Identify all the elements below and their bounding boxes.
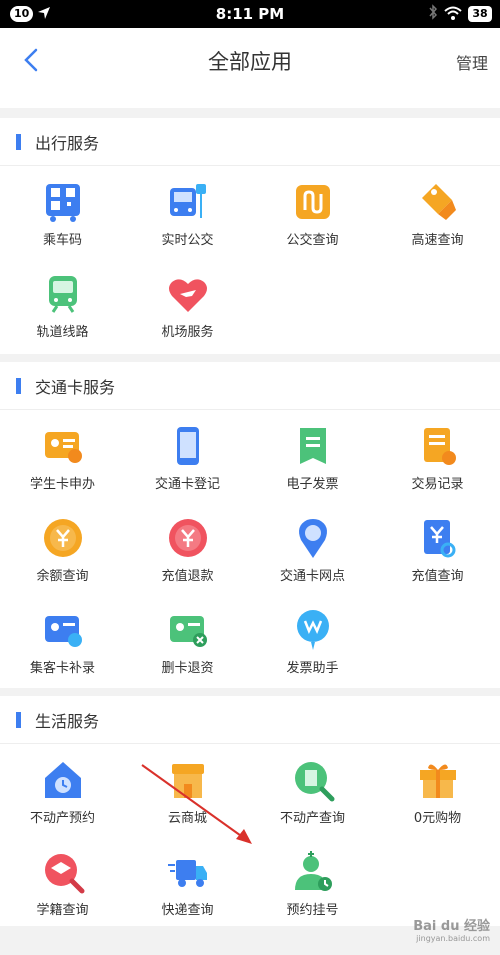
app-label: 交通卡网点 [279, 569, 345, 584]
app-label: 电子发票 [286, 477, 339, 492]
app-transaction-records[interactable]: 交易记录 [375, 410, 500, 502]
app-label: 高速查询 [411, 233, 464, 248]
app-label: 交通卡登记 [154, 477, 220, 492]
app-label: 快递查询 [161, 903, 214, 918]
app-label: 余额查询 [36, 569, 89, 584]
section-title: 出行服务 [35, 133, 100, 153]
app-label: 云商城 [167, 811, 207, 826]
watermark-brand: Bai du 经验 [413, 919, 490, 934]
section-travel-services: 出行服务 乘车码 实时公交 公交查询 高速查询 轨道线路 机场服务 [0, 118, 500, 354]
app-label: 实时公交 [161, 233, 214, 248]
house-clock-icon [41, 758, 85, 802]
app-label: 预约挂号 [286, 903, 339, 918]
app-label: 充值查询 [411, 569, 464, 584]
doctor-appointment-icon [291, 850, 335, 894]
app-express-query[interactable]: 快递查询 [125, 836, 250, 928]
invoice-assistant-icon [291, 608, 335, 652]
manage-button[interactable]: 管理 [456, 50, 488, 74]
section-transit-card-services: 交通卡服务 学生卡申办 交通卡登记 电子发票 交易记录 余额查询 充值退款 交通… [0, 362, 500, 688]
app-label: 公交查询 [286, 233, 339, 248]
app-airport-service[interactable]: 机场服务 [125, 258, 250, 350]
card-supplement-icon [41, 608, 85, 652]
section-title: 交通卡服务 [35, 377, 116, 397]
route-icon [291, 180, 335, 224]
battery-indicator: 38 [468, 6, 492, 22]
watermark-logo: Bai du 经验 jingyan.baidu.com [413, 915, 490, 943]
watermark-url: jingyan.baidu.com [416, 934, 490, 943]
recharge-search-icon [416, 516, 460, 560]
app-label: 集客卡补录 [29, 661, 95, 676]
app-label: 0元购物 [413, 811, 462, 826]
wifi-icon [444, 5, 462, 24]
app-ride-code[interactable]: 乘车码 [0, 166, 125, 258]
section-marker [16, 377, 21, 394]
app-label: 轨道线路 [36, 325, 89, 340]
airplane-heart-icon [166, 272, 210, 316]
app-label: 发票助手 [286, 661, 339, 676]
highway-tag-icon [416, 180, 460, 224]
shop-icon [166, 758, 210, 802]
app-invoice-assistant[interactable]: 发票助手 [250, 594, 375, 686]
app-cloud-mall[interactable]: 云商城 [125, 744, 250, 836]
delivery-truck-icon [166, 850, 210, 894]
nav-bar: 全部应用 管理 [0, 28, 500, 92]
graduation-cap-icon [41, 850, 85, 894]
app-label: 不动产预约 [29, 811, 95, 826]
app-label: 删卡退资 [161, 661, 214, 676]
app-e-invoice[interactable]: 电子发票 [250, 410, 375, 502]
bluetooth-icon [428, 4, 438, 24]
app-label: 学生卡申办 [29, 477, 95, 492]
app-group-card-supplement[interactable]: 集客卡补录 [0, 594, 125, 686]
delete-card-icon [166, 608, 210, 652]
app-realtime-bus[interactable]: 实时公交 [125, 166, 250, 258]
app-recharge-refund[interactable]: 充值退款 [125, 502, 250, 594]
status-bar: 10 8:11 PM 38 [0, 0, 500, 28]
app-delete-card-refund[interactable]: 删卡退资 [125, 594, 250, 686]
building-search-icon [291, 758, 335, 802]
app-student-card-apply[interactable]: 学生卡申办 [0, 410, 125, 502]
app-highway-query[interactable]: 高速查询 [375, 166, 500, 258]
app-rail-lines[interactable]: 轨道线路 [0, 258, 125, 350]
location-pin-icon [291, 516, 335, 560]
section-life-services: 生活服务 不动产预约 云商城 不动产查询 0元购物 学籍查询 快递查询 预约挂号 [0, 696, 500, 926]
app-real-estate-booking[interactable]: 不动产预约 [0, 744, 125, 836]
app-card-outlets[interactable]: 交通卡网点 [250, 502, 375, 594]
app-real-estate-query[interactable]: 不动产查询 [250, 744, 375, 836]
status-time: 8:11 PM [215, 5, 285, 23]
app-recharge-query[interactable]: 充值查询 [375, 502, 500, 594]
section-marker [16, 133, 21, 150]
app-bus-query[interactable]: 公交查询 [250, 166, 375, 258]
refund-icon [166, 516, 210, 560]
app-balance-query[interactable]: 余额查询 [0, 502, 125, 594]
metro-train-icon [41, 272, 85, 316]
app-label: 学籍查询 [36, 903, 89, 918]
app-card-registration[interactable]: 交通卡登记 [125, 410, 250, 502]
app-doctor-appointment[interactable]: 预约挂号 [250, 836, 375, 928]
bus-icon [166, 180, 210, 224]
app-school-record-query[interactable]: 学籍查询 [0, 836, 125, 928]
app-label: 充值退款 [161, 569, 214, 584]
balance-coin-icon [41, 516, 85, 560]
e-invoice-icon [291, 424, 335, 468]
app-label: 机场服务 [161, 325, 214, 340]
app-label: 不动产查询 [279, 811, 345, 826]
gift-icon [416, 758, 460, 802]
scrolled-content-peek: · · · · · · · · [0, 92, 500, 108]
transaction-record-icon [416, 424, 460, 468]
qr-code-icon [41, 180, 85, 224]
app-free-shopping[interactable]: 0元购物 [375, 744, 500, 836]
section-title: 生活服务 [35, 711, 100, 731]
phone-card-icon [166, 424, 210, 468]
student-card-icon [41, 424, 85, 468]
app-label: 交易记录 [411, 477, 464, 492]
section-marker [16, 711, 21, 728]
app-label: 乘车码 [42, 233, 82, 248]
page-title: 全部应用 [208, 50, 292, 74]
